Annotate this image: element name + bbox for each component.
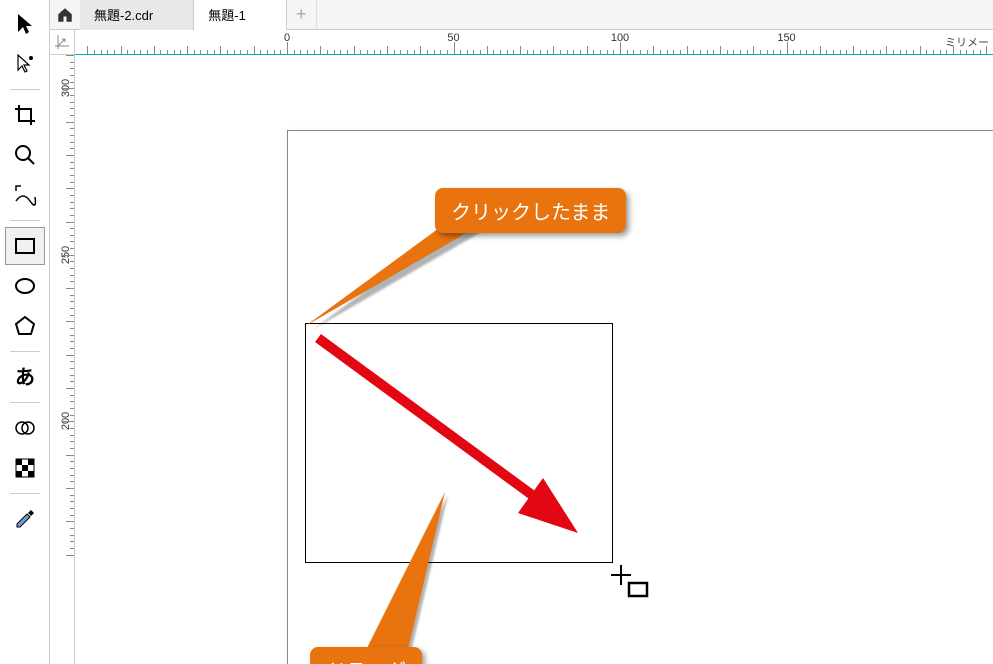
eyedropper-icon [13, 507, 37, 531]
callout-drag: ドラッグ [310, 647, 422, 664]
text-icon: あ [13, 365, 37, 389]
rectangle-tool[interactable] [5, 227, 45, 265]
document-tabs: 無題-2.cdr 無題-1 + [50, 0, 993, 30]
freehand-icon [13, 183, 37, 207]
transparency-tool[interactable] [5, 449, 45, 487]
blend-icon [13, 416, 37, 440]
home-tab[interactable] [50, 0, 80, 30]
canvas[interactable]: クリックしたまま ドラッグ [75, 55, 993, 664]
callout-label: クリックしたまま [451, 202, 610, 224]
text-tool[interactable]: あ [5, 358, 45, 396]
new-tab-button[interactable]: + [287, 0, 317, 30]
svg-text:あ: あ [15, 366, 35, 389]
tool-separator [10, 89, 40, 90]
ruler-origin[interactable] [50, 30, 75, 55]
vertical-ruler[interactable]: 300250200 [50, 55, 75, 664]
origin-icon [55, 35, 69, 49]
doc-tab-1[interactable]: 無題-2.cdr [80, 0, 194, 30]
transparency-icon [13, 456, 37, 480]
zoom-tool[interactable] [5, 136, 45, 174]
pick-tool[interactable] [5, 5, 45, 43]
home-icon [56, 6, 74, 24]
workspace: ミリメー 050100150 300250200 [50, 30, 993, 664]
doc-tab-2[interactable]: 無題-1 [194, 0, 287, 30]
polygon-tool[interactable] [5, 307, 45, 345]
doc-tab-label: 無題-2.cdr [94, 5, 153, 24]
rectangle-icon [13, 234, 37, 258]
tool-separator [10, 220, 40, 221]
crop-tool[interactable] [5, 96, 45, 134]
blend-tool[interactable] [5, 409, 45, 447]
polygon-icon [13, 314, 37, 338]
doc-tab-label: 無題-1 [208, 5, 246, 24]
crop-icon [13, 103, 37, 127]
tool-separator [10, 493, 40, 494]
cursor-icon [13, 12, 37, 36]
zoom-icon [13, 143, 37, 167]
eyedropper-tool[interactable] [5, 500, 45, 538]
tool-separator [10, 351, 40, 352]
tool-palette: あ [0, 0, 50, 664]
horizontal-ruler[interactable]: ミリメー 050100150 [75, 30, 993, 55]
drawn-rectangle [305, 323, 613, 563]
ruler-unit: ミリメー [945, 34, 989, 50]
ellipse-icon [13, 274, 37, 298]
shape-edit-icon [13, 52, 37, 76]
shape-tool[interactable] [5, 45, 45, 83]
callout-click-hold: クリックしたまま [435, 188, 626, 233]
tool-separator [10, 402, 40, 403]
main-area: 無題-2.cdr 無題-1 + ミリメー 050100150 300250200 [50, 0, 993, 664]
freehand-tool[interactable] [5, 176, 45, 214]
ellipse-tool[interactable] [5, 267, 45, 305]
rectangle-cursor [611, 565, 641, 595]
crosshair-rect-icon [611, 565, 651, 605]
